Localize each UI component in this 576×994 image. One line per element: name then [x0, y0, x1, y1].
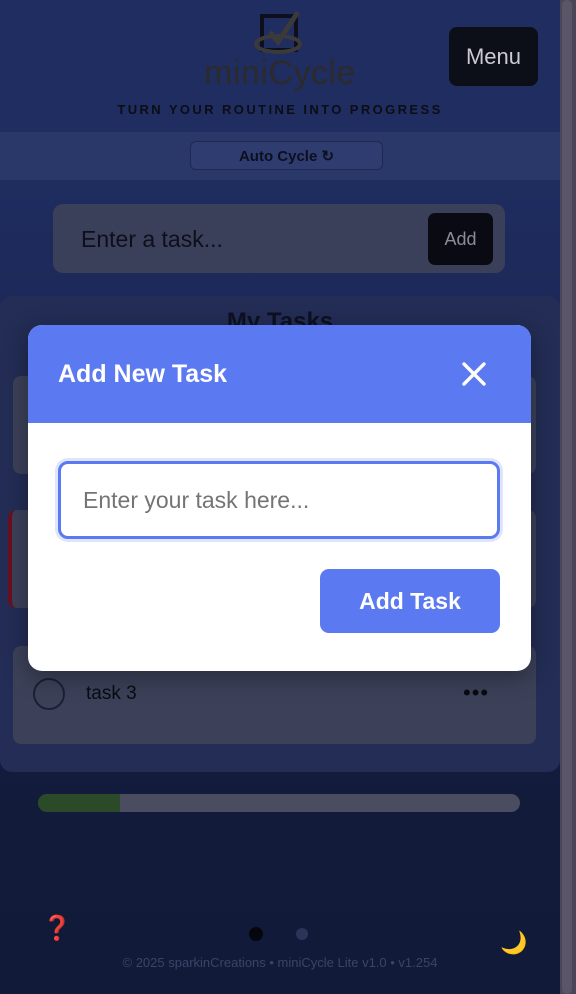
close-icon[interactable]	[456, 356, 492, 392]
add-task-modal: Add New Task Add Task	[28, 325, 531, 671]
modal-title: Add New Task	[58, 360, 228, 388]
modal-header: Add New Task	[28, 325, 531, 423]
task-text-input[interactable]	[58, 461, 500, 539]
add-task-button[interactable]: Add Task	[320, 569, 500, 633]
